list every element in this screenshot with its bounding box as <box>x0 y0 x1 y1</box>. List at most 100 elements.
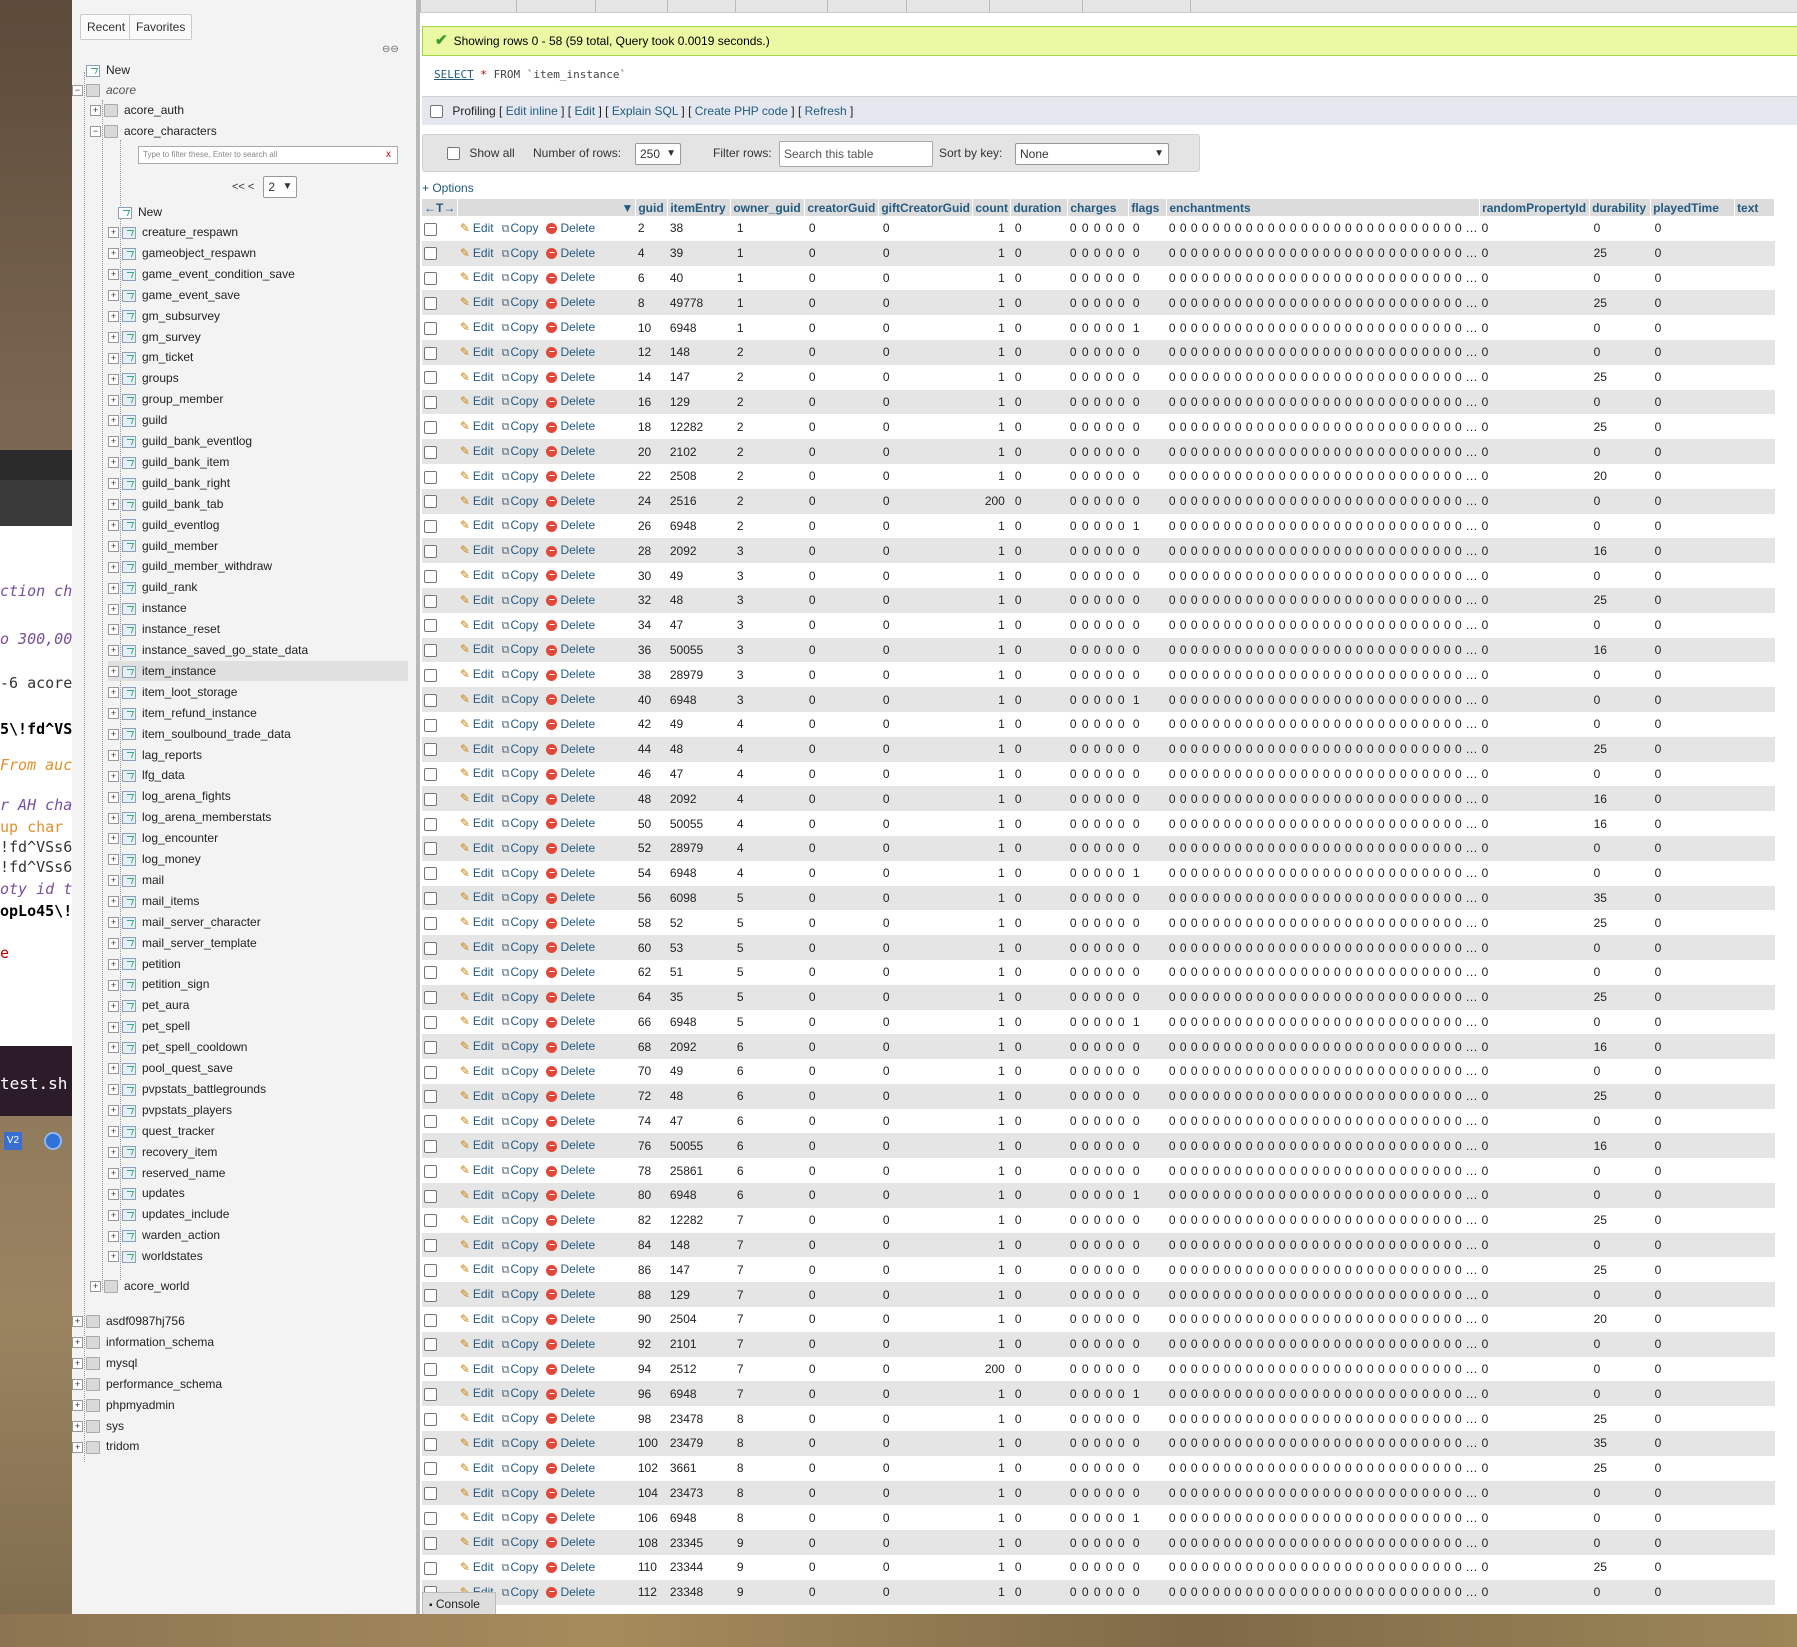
cell-giftCreatorGuid[interactable]: 0 <box>878 587 973 613</box>
nav-table-item_refund_instance[interactable]: + item_refund_instance <box>108 703 257 723</box>
cell-durability[interactable]: 0 <box>1589 935 1651 960</box>
cell-itemEntry[interactable]: 147 <box>667 1257 731 1283</box>
cell-guid[interactable]: 22 <box>635 463 668 489</box>
copy-row-button[interactable]: Copy <box>510 965 538 979</box>
cell-guid[interactable]: 28 <box>635 538 668 564</box>
copy-row-button[interactable]: Copy <box>510 1461 538 1475</box>
cell-flags[interactable]: 0 <box>1128 959 1167 985</box>
cell-flags[interactable]: 1 <box>1128 687 1167 712</box>
nav-db-acore-auth[interactable]: + acore_auth <box>90 100 184 120</box>
cell-count[interactable]: 1 <box>972 1579 1011 1605</box>
cell-giftCreatorGuid[interactable]: 0 <box>878 240 973 266</box>
cell-flags[interactable]: 0 <box>1128 538 1167 564</box>
cell-charges[interactable]: 0 0 0 0 0 <box>1067 1455 1129 1481</box>
cell-count[interactable]: 1 <box>972 935 1011 960</box>
row-checkbox[interactable] <box>424 718 437 732</box>
row-checkbox[interactable] <box>424 941 437 955</box>
edit-row-button[interactable]: Edit <box>473 791 494 805</box>
row-checkbox[interactable] <box>424 991 437 1005</box>
expand-icon[interactable]: + <box>108 791 119 803</box>
cell-text[interactable] <box>1734 1108 1775 1134</box>
cell-flags[interactable]: 0 <box>1128 1307 1167 1332</box>
cell-playedTime[interactable]: 0 <box>1650 662 1735 688</box>
cell-giftCreatorGuid[interactable]: 0 <box>878 1257 973 1283</box>
cell-giftCreatorGuid[interactable]: 0 <box>878 885 973 911</box>
cell-count[interactable]: 1 <box>972 265 1011 291</box>
row-checkbox[interactable] <box>424 644 437 658</box>
edit-row-button[interactable]: Edit <box>473 246 494 260</box>
delete-row-button[interactable]: Delete <box>560 940 595 954</box>
cell-flags[interactable]: 0 <box>1128 662 1167 688</box>
cell-playedTime[interactable]: 0 <box>1650 637 1735 663</box>
cell-itemEntry[interactable]: 2516 <box>667 488 731 514</box>
cell-text[interactable] <box>1734 1183 1775 1208</box>
cell-guid[interactable]: 110 <box>635 1555 668 1580</box>
cell-randomPropertyId[interactable]: 0 <box>1479 1579 1590 1605</box>
delete-row-button[interactable]: Delete <box>560 1089 595 1103</box>
cell-enchantments[interactable]: 0 0 0 0 0 0 0 0 0 0 0 0 0 0 0 0 0 0 0 0 … <box>1166 860 1480 886</box>
cell-giftCreatorGuid[interactable]: 0 <box>878 216 973 241</box>
cell-enchantments[interactable]: 0 0 0 0 0 0 0 0 0 0 0 0 0 0 0 0 0 0 0 0 … <box>1166 315 1480 340</box>
edit-row-button[interactable]: Edit <box>473 1163 494 1177</box>
cell-count[interactable]: 1 <box>972 1009 1011 1035</box>
cell-duration[interactable]: 0 <box>1010 612 1068 638</box>
copy-row-button[interactable]: Copy <box>510 270 538 284</box>
cell-duration[interactable]: 0 <box>1010 439 1068 464</box>
cell-durability[interactable]: 0 <box>1589 1232 1651 1258</box>
delete-row-button[interactable]: Delete <box>560 1337 595 1351</box>
cell-count[interactable]: 1 <box>972 513 1011 539</box>
cell-durability[interactable]: 25 <box>1589 984 1651 1010</box>
cell-owner_guid[interactable]: 6 <box>730 1034 805 1060</box>
edit-row-button[interactable]: Edit <box>473 419 494 433</box>
cell-creatorGuid[interactable]: 0 <box>804 1108 879 1134</box>
cell-owner_guid[interactable]: 8 <box>730 1431 805 1456</box>
cell-text[interactable] <box>1734 364 1775 390</box>
cell-flags[interactable]: 0 <box>1128 1108 1167 1134</box>
cell-randomPropertyId[interactable]: 0 <box>1479 811 1590 836</box>
delete-row-button[interactable]: Delete <box>560 1461 595 1475</box>
row-checkbox[interactable] <box>424 1313 437 1327</box>
cell-playedTime[interactable]: 0 <box>1650 761 1735 787</box>
cell-count[interactable]: 1 <box>972 835 1011 861</box>
cell-charges[interactable]: 0 0 0 0 0 <box>1067 662 1129 688</box>
copy-row-button[interactable]: Copy <box>510 1163 538 1177</box>
edit-row-button[interactable]: Edit <box>473 1386 494 1400</box>
edit-row-button[interactable]: Edit <box>473 518 494 532</box>
cell-itemEntry[interactable]: 6098 <box>667 885 731 911</box>
copy-row-button[interactable]: Copy <box>510 1089 538 1103</box>
cell-enchantments[interactable]: 0 0 0 0 0 0 0 0 0 0 0 0 0 0 0 0 0 0 0 0 … <box>1166 1579 1480 1605</box>
cell-guid[interactable]: 44 <box>635 736 668 762</box>
filter-rows-input[interactable]: Search this table <box>779 140 933 167</box>
cell-flags[interactable]: 0 <box>1128 1555 1167 1580</box>
cell-playedTime[interactable]: 0 <box>1650 959 1735 985</box>
cell-duration[interactable]: 0 <box>1010 1431 1068 1456</box>
copy-row-button[interactable]: Copy <box>510 1064 538 1078</box>
cell-randomPropertyId[interactable]: 0 <box>1479 1331 1590 1357</box>
delete-row-button[interactable]: Delete <box>560 990 595 1004</box>
delete-row-button[interactable]: Delete <box>560 1560 595 1574</box>
cell-durability[interactable]: 0 <box>1589 265 1651 291</box>
cell-randomPropertyId[interactable]: 0 <box>1479 339 1590 365</box>
cell-duration[interactable]: 0 <box>1010 1381 1068 1407</box>
cell-count[interactable]: 1 <box>972 860 1011 886</box>
cell-itemEntry[interactable]: 23473 <box>667 1480 731 1506</box>
cell-enchantments[interactable]: 0 0 0 0 0 0 0 0 0 0 0 0 0 0 0 0 0 0 0 0 … <box>1166 563 1480 588</box>
expand-icon[interactable]: + <box>108 331 119 343</box>
nav-table-reserved_name[interactable]: + reserved_name <box>108 1163 225 1183</box>
cell-flags[interactable]: 0 <box>1128 910 1167 936</box>
cell-duration[interactable]: 0 <box>1010 290 1068 316</box>
copy-row-button[interactable]: Copy <box>510 543 538 557</box>
cell-owner_guid[interactable]: 7 <box>730 1381 805 1407</box>
cell-owner_guid[interactable]: 1 <box>730 290 805 316</box>
cell-flags[interactable]: 1 <box>1128 1183 1167 1208</box>
cell-text[interactable] <box>1734 290 1775 316</box>
cell-count[interactable]: 1 <box>972 439 1011 464</box>
edit-row-button[interactable]: Edit <box>473 394 494 408</box>
cell-giftCreatorGuid[interactable]: 0 <box>878 835 973 861</box>
cell-creatorGuid[interactable]: 0 <box>804 984 879 1010</box>
cell-text[interactable] <box>1734 414 1775 440</box>
nav-new-table[interactable]: New <box>118 202 162 222</box>
delete-row-button[interactable]: Delete <box>560 1436 595 1450</box>
expand-icon[interactable]: + <box>108 582 119 594</box>
cell-giftCreatorGuid[interactable]: 0 <box>878 984 973 1010</box>
